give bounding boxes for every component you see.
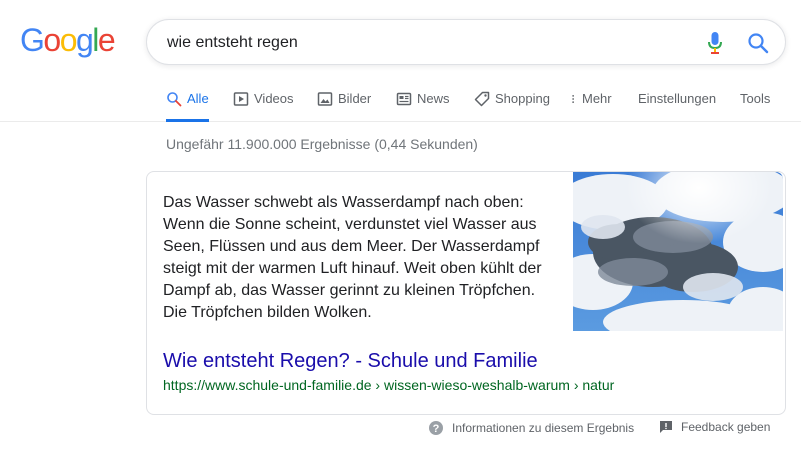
feedback-icon bbox=[660, 421, 672, 433]
image-icon bbox=[317, 92, 333, 106]
tab-settings[interactable]: Einstellungen bbox=[638, 82, 716, 122]
tab-tools[interactable]: Tools bbox=[740, 82, 770, 122]
search-box[interactable]: wie entsteht regen bbox=[146, 19, 786, 65]
logo-letter-o2: o bbox=[59, 22, 78, 58]
logo-letter-g: G bbox=[20, 22, 45, 58]
tag-icon bbox=[474, 91, 490, 107]
search-icon[interactable] bbox=[747, 32, 769, 54]
search-icon bbox=[167, 92, 182, 107]
feedback[interactable]: Feedback geben bbox=[659, 420, 770, 434]
result-stats: Ungefähr 11.900.000 Ergebnisse (0,44 Sek… bbox=[166, 136, 478, 152]
svg-text:?: ? bbox=[433, 423, 440, 435]
logo-letter-o1: o bbox=[43, 22, 61, 58]
play-icon bbox=[233, 92, 249, 106]
tab-all-label: Alle bbox=[187, 91, 209, 106]
tab-settings-label: Einstellungen bbox=[638, 91, 717, 106]
tab-tools-label: Tools bbox=[740, 91, 771, 106]
tab-more[interactable]: Mehr bbox=[570, 82, 612, 122]
microphone-icon[interactable] bbox=[708, 32, 722, 54]
search-tabs: Alle Videos Bilder News Shopping Mehr Ei… bbox=[0, 82, 801, 122]
logo-letter-e: e bbox=[97, 22, 116, 58]
tab-all[interactable]: Alle bbox=[166, 82, 209, 122]
result-url[interactable]: https://www.schule-und-familie.de › wiss… bbox=[163, 377, 614, 393]
result-title-link[interactable]: Wie entsteht Regen? - Schule und Familie bbox=[163, 350, 538, 373]
tab-shopping[interactable]: Shopping bbox=[474, 82, 550, 122]
about-result[interactable]: ? Informationen zu diesem Ergebnis bbox=[428, 420, 634, 436]
search-input[interactable]: wie entsteht regen bbox=[167, 34, 298, 52]
featured-snippet: Das Wasser schwebt als Wasserdampf nach … bbox=[146, 171, 786, 415]
more-vert-icon bbox=[572, 95, 574, 103]
logo-letter-g2: g bbox=[75, 22, 94, 58]
tab-more-label: Mehr bbox=[582, 91, 612, 106]
tab-news[interactable]: News bbox=[396, 82, 450, 122]
tab-news-label: News bbox=[417, 91, 450, 106]
tab-images[interactable]: Bilder bbox=[317, 82, 371, 122]
clouds-image bbox=[573, 172, 783, 331]
tab-videos[interactable]: Videos bbox=[233, 82, 294, 122]
help-icon: ? bbox=[429, 421, 443, 435]
snippet-image[interactable] bbox=[573, 172, 783, 331]
tab-images-label: Bilder bbox=[338, 91, 372, 106]
feedback-label: Feedback geben bbox=[681, 420, 771, 434]
tab-shopping-label: Shopping bbox=[495, 91, 550, 106]
about-result-label: Informationen zu diesem Ergebnis bbox=[452, 421, 635, 435]
google-logo[interactable]: Google bbox=[20, 22, 116, 58]
snippet-text: Das Wasser schwebt als Wasserdampf nach … bbox=[163, 194, 542, 321]
tab-videos-label: Videos bbox=[254, 91, 294, 106]
newspaper-icon bbox=[396, 92, 412, 106]
